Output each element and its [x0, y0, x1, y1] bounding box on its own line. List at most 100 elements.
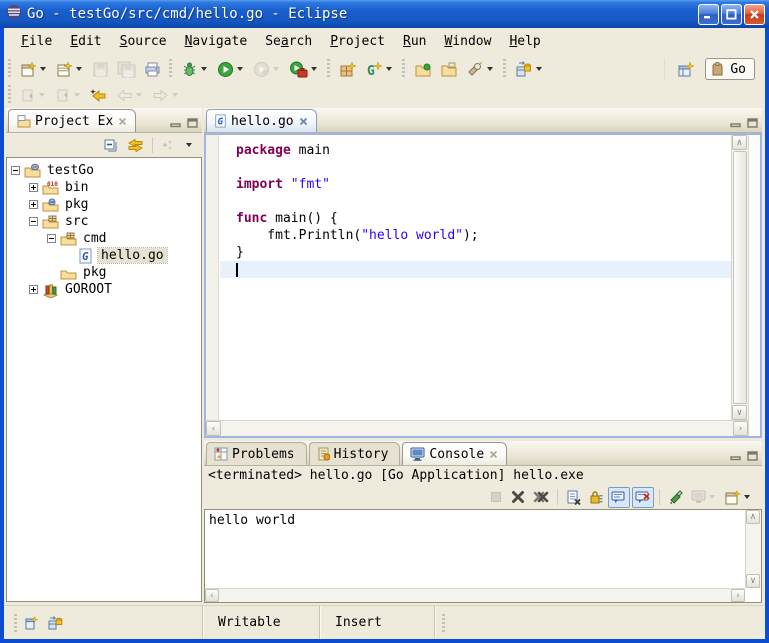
- menu-edit[interactable]: Edit: [61, 31, 110, 52]
- menu-run[interactable]: Run: [394, 31, 435, 52]
- print-button[interactable]: [141, 58, 164, 81]
- scroll-left-icon: ‹: [205, 589, 219, 602]
- overview-ruler: [748, 135, 760, 436]
- console-output-area[interactable]: hello world ∧ ∨ ‹ ›: [204, 509, 762, 603]
- collapse-all-button[interactable]: [100, 135, 122, 156]
- previous-annotation-button[interactable]: [17, 85, 50, 106]
- expand-expander-icon[interactable]: [29, 285, 38, 294]
- tree-item-pkg2[interactable]: pkg: [7, 264, 201, 281]
- collapse-expander-icon[interactable]: [11, 166, 20, 175]
- debug-button[interactable]: [178, 58, 212, 81]
- expand-expander-icon[interactable]: [29, 183, 38, 192]
- code-area[interactable]: package main import "fmt" func main() { …: [220, 135, 731, 420]
- go-perspective-button[interactable]: Go: [705, 58, 755, 80]
- launch-progress-button[interactable]: [44, 612, 67, 634]
- remove-all-terminated-button[interactable]: [530, 487, 552, 507]
- new-wizard-button[interactable]: [17, 58, 51, 81]
- console-tab[interactable]: Console: [402, 442, 507, 465]
- open-console-button[interactable]: [722, 487, 755, 508]
- history-tab[interactable]: History: [309, 442, 401, 465]
- console-horizontal-scrollbar[interactable]: ‹ ›: [205, 588, 745, 602]
- fast-view-button[interactable]: [20, 612, 42, 634]
- import-folder-button[interactable]: [411, 58, 435, 81]
- external-tools-button[interactable]: [286, 58, 322, 81]
- tree-item-cmd[interactable]: cmd: [7, 230, 201, 247]
- toolbar-drag-handle[interactable]: [502, 59, 507, 79]
- explorer-toolbar: [6, 133, 202, 157]
- menu-search[interactable]: Search: [256, 31, 321, 52]
- editor-vertical-scrollbar[interactable]: ∧ ∨: [731, 135, 748, 420]
- menu-window[interactable]: Window: [435, 31, 500, 52]
- launch-config-button[interactable]: [512, 58, 547, 81]
- close-tab-icon[interactable]: [298, 116, 309, 127]
- show-stdout-toggle[interactable]: [608, 487, 630, 508]
- pin-console-button[interactable]: [665, 487, 686, 508]
- toolbar-drag-handle[interactable]: [168, 59, 173, 79]
- tree-item-testGo[interactable]: testGo: [7, 162, 201, 179]
- project-explorer-tab[interactable]: Project Ex: [8, 109, 136, 132]
- editor-horizontal-scrollbar[interactable]: ‹ ›: [206, 420, 748, 436]
- console-vertical-scrollbar[interactable]: ∧ ∨: [745, 510, 761, 588]
- console-chrome-buttons: [725, 451, 762, 465]
- tree-item-bin[interactable]: 010 bin: [7, 179, 201, 196]
- search-button[interactable]: [463, 58, 498, 81]
- collapse-expander-icon[interactable]: [47, 234, 56, 243]
- run-button[interactable]: [214, 58, 248, 81]
- editor-tab-hello-go[interactable]: G hello.go: [206, 109, 317, 132]
- maximize-view-icon[interactable]: [747, 118, 758, 128]
- forward-button[interactable]: [149, 85, 183, 106]
- last-edit-location-button[interactable]: [87, 85, 111, 106]
- toolbar-drag-handle[interactable]: [326, 59, 331, 79]
- back-button[interactable]: [113, 85, 147, 106]
- minimize-view-icon[interactable]: [730, 451, 742, 461]
- link-with-editor-button[interactable]: [124, 135, 147, 156]
- save-all-icon: [117, 61, 136, 78]
- expand-expander-icon[interactable]: [29, 200, 38, 209]
- minimize-view-icon[interactable]: [170, 118, 182, 128]
- close-button[interactable]: [744, 4, 765, 25]
- minimize-button[interactable]: [698, 4, 719, 25]
- scroll-lock-button[interactable]: [586, 487, 606, 508]
- editor-gutter: [206, 135, 219, 420]
- go-file-icon: G: [78, 248, 95, 264]
- toolbar-drag-handle[interactable]: [7, 59, 12, 79]
- next-annotation-button[interactable]: [52, 85, 85, 106]
- clear-console-button[interactable]: [563, 487, 584, 508]
- toolbar-drag-handle[interactable]: [7, 85, 12, 105]
- show-stderr-toggle[interactable]: [632, 487, 654, 508]
- statusbar-drag-handle[interactable]: [442, 614, 447, 632]
- maximize-view-icon[interactable]: [747, 451, 758, 461]
- tree-item-pkg[interactable]: pkg: [7, 196, 201, 213]
- collapse-expander-icon[interactable]: [29, 217, 38, 226]
- terminate-button[interactable]: [486, 487, 506, 507]
- save-button[interactable]: [89, 58, 112, 81]
- tree-item-src[interactable]: src: [7, 213, 201, 230]
- profile-button[interactable]: [250, 58, 284, 81]
- menu-project[interactable]: Project: [321, 31, 394, 52]
- menu-navigate[interactable]: Navigate: [176, 31, 257, 52]
- remove-launch-button[interactable]: [508, 487, 528, 507]
- menu-source[interactable]: Source: [111, 31, 176, 52]
- menu-help[interactable]: Help: [500, 31, 549, 52]
- open-perspective-button[interactable]: [674, 58, 698, 81]
- new-project-button[interactable]: [336, 58, 360, 81]
- save-all-button[interactable]: [114, 58, 139, 81]
- tree-item-goroot[interactable]: GOROOT: [7, 281, 201, 298]
- code-editor[interactable]: package main import "fmt" func main() { …: [204, 133, 762, 438]
- maximize-button[interactable]: [721, 4, 742, 25]
- view-menu-button[interactable]: [180, 140, 197, 150]
- close-tab-icon[interactable]: [488, 449, 499, 460]
- toolbar-drag-handle[interactable]: [401, 59, 406, 79]
- tree-item-hello-go[interactable]: G hello.go: [7, 247, 201, 264]
- new-go-element-button[interactable]: G: [362, 58, 397, 81]
- new-file-button[interactable]: [53, 58, 87, 81]
- maximize-view-icon[interactable]: [187, 118, 198, 128]
- statusbar-drag-handle[interactable]: [14, 614, 19, 632]
- open-folder-button[interactable]: [437, 58, 461, 81]
- problems-tab[interactable]: Problems: [206, 442, 307, 465]
- menu-file[interactable]: File: [12, 31, 61, 52]
- minimize-view-icon[interactable]: [730, 118, 742, 128]
- display-selected-console-button[interactable]: [688, 487, 720, 507]
- filters-button[interactable]: [158, 135, 178, 155]
- close-view-icon[interactable]: [117, 116, 128, 127]
